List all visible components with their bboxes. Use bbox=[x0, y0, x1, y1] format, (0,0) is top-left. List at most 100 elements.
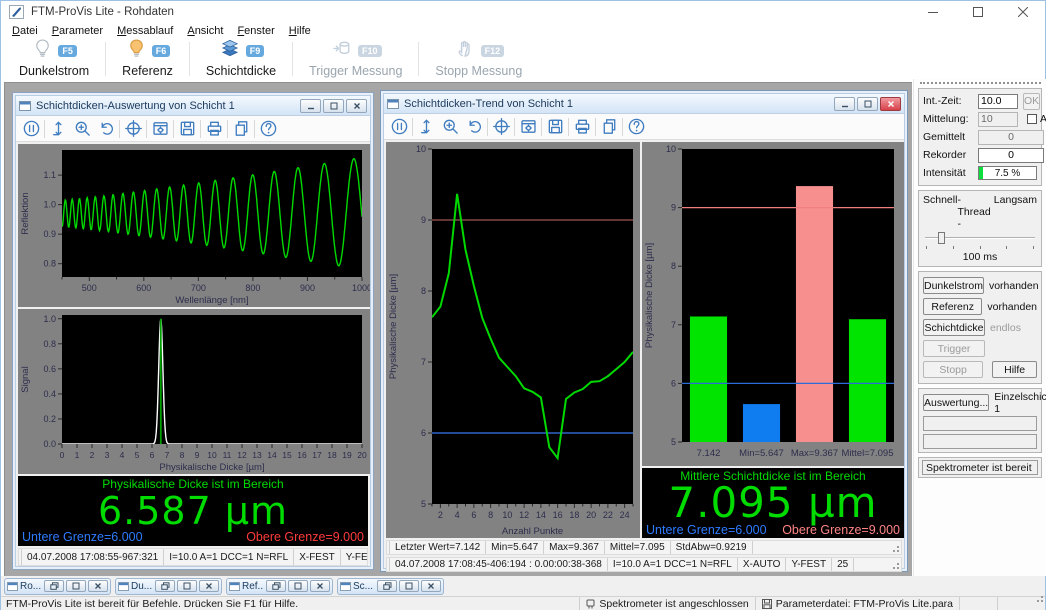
restore-icon[interactable] bbox=[44, 580, 64, 592]
referenz-button[interactable]: F6Referenz bbox=[108, 39, 187, 79]
schichtdicke-button[interactable]: F9Schichtdicke bbox=[192, 39, 290, 79]
chart-toolbar-save-icon[interactable] bbox=[543, 116, 567, 138]
toolbar-separator bbox=[44, 120, 45, 138]
svg-text:20: 20 bbox=[586, 510, 596, 520]
referenz-button[interactable]: Referenz bbox=[923, 298, 982, 315]
menu-item-parameter[interactable]: Parameter bbox=[45, 24, 110, 38]
int-zeit-input[interactable] bbox=[978, 94, 1018, 109]
maximize-icon[interactable] bbox=[399, 580, 419, 592]
child-close-icon[interactable] bbox=[880, 97, 901, 111]
close-icon[interactable] bbox=[199, 580, 219, 592]
dunkelstrom-button[interactable]: F5Dunkelstrom bbox=[5, 39, 103, 79]
stopp-messung-button[interactable]: F12Stopp Messung bbox=[421, 39, 536, 79]
chart-toolbar-crosshair-icon[interactable] bbox=[121, 118, 145, 140]
dunkelstrom-status: vorhanden bbox=[989, 280, 1039, 292]
chart-toolbar-copy-icon[interactable] bbox=[229, 118, 253, 140]
child-titlebar[interactable]: Schichtdicken-Auswertung von Schicht 1 bbox=[16, 96, 370, 116]
chart-toolbar-chart-settings-icon[interactable] bbox=[148, 118, 172, 140]
menu-item-datei[interactable]: Datei bbox=[5, 24, 45, 38]
window-schichtdicken-trend[interactable]: Schichtdicken-Trend von Schicht 1 567891… bbox=[380, 90, 908, 572]
resize-grip[interactable] bbox=[891, 558, 901, 571]
maximize-icon[interactable] bbox=[66, 580, 86, 592]
chart-toolbar-fit-vertical-icon[interactable] bbox=[46, 118, 70, 140]
resize-grip[interactable] bbox=[891, 541, 901, 554]
restore-icon[interactable] bbox=[266, 580, 286, 592]
mittelung-input[interactable] bbox=[978, 112, 1018, 127]
chart-toolbar-zoom-in-icon[interactable] bbox=[70, 118, 94, 140]
menu-item-fenster[interactable]: Fenster bbox=[230, 24, 281, 38]
chart-toolbar-help-icon[interactable] bbox=[624, 116, 648, 138]
fkey-badge: F12 bbox=[481, 45, 505, 57]
svg-text:4: 4 bbox=[455, 510, 460, 520]
chart-toolbar-zoom-in-icon[interactable] bbox=[438, 116, 462, 138]
svg-text:8: 8 bbox=[180, 450, 185, 460]
minimized-window-ro[interactable]: Ro... bbox=[4, 578, 111, 595]
thickness-result-panel: Physikalische Dicke ist im Bereich 6.587… bbox=[18, 476, 368, 546]
window-schichtdicken-auswertung[interactable]: Schichtdicken-Auswertung von Schicht 1 0… bbox=[12, 92, 374, 570]
schichtdicke-button[interactable]: Schichtdicke bbox=[923, 319, 985, 336]
restore-icon[interactable] bbox=[377, 580, 397, 592]
close-icon[interactable] bbox=[1000, 1, 1045, 23]
chart-toolbar-help-icon[interactable] bbox=[256, 118, 280, 140]
chart-toolbar-pause-icon[interactable] bbox=[387, 116, 411, 138]
ok-button[interactable]: OK bbox=[1023, 93, 1040, 110]
chart-toolbar-save-icon[interactable] bbox=[175, 118, 199, 140]
an-checkbox[interactable] bbox=[1027, 114, 1037, 124]
svg-text:10: 10 bbox=[666, 144, 676, 154]
auswertung-button[interactable]: Auswertung... bbox=[923, 394, 989, 411]
child-titlebar[interactable]: Schichtdicken-Trend von Schicht 1 bbox=[384, 94, 904, 114]
chart-toolbar-undo-icon[interactable] bbox=[462, 116, 486, 138]
slider-thumb[interactable] bbox=[938, 232, 945, 244]
svg-text:6: 6 bbox=[150, 450, 155, 460]
menu-item-messablauf[interactable]: Messablauf bbox=[110, 24, 180, 38]
speed-slider[interactable] bbox=[925, 231, 1035, 245]
child-close-icon[interactable] bbox=[346, 99, 367, 113]
close-icon[interactable] bbox=[88, 580, 108, 592]
auswertung-status: Einzelschicht 1 bbox=[994, 391, 1046, 415]
child-maximize-icon[interactable] bbox=[857, 97, 878, 111]
chart-toolbar-chart-settings-icon[interactable] bbox=[516, 116, 540, 138]
child-minimize-icon[interactable] bbox=[300, 99, 321, 113]
chart-toolbar-undo-icon[interactable] bbox=[94, 118, 118, 140]
chart-toolbar-print-icon[interactable] bbox=[202, 118, 226, 140]
trigger-button[interactable]: Trigger bbox=[923, 340, 985, 357]
chart-toolbar-print-icon[interactable] bbox=[570, 116, 594, 138]
minimized-window-ref[interactable]: Ref... bbox=[226, 578, 333, 595]
dunkelstrom-button[interactable]: Dunkelstrom bbox=[923, 277, 984, 294]
svg-text:13: 13 bbox=[252, 450, 262, 460]
minimized-window-sc[interactable]: Sc... bbox=[337, 578, 444, 595]
evaluation-field-1 bbox=[923, 416, 1037, 431]
maximize-icon[interactable] bbox=[955, 1, 1000, 23]
menu-item-ansicht[interactable]: Ansicht bbox=[180, 24, 230, 38]
chart-toolbar-pause-icon[interactable] bbox=[19, 118, 43, 140]
rekorder-label: Rekorder bbox=[923, 149, 975, 161]
rekorder-input[interactable] bbox=[978, 148, 1044, 163]
child-minimize-icon[interactable] bbox=[834, 97, 855, 111]
an-checkbox-label: An bbox=[1040, 113, 1046, 125]
mdi-workspace: Schichtdicken-Auswertung von Schicht 1 0… bbox=[4, 82, 912, 576]
child-maximize-icon[interactable] bbox=[323, 99, 344, 113]
chart-toolbar-copy-icon[interactable] bbox=[597, 116, 621, 138]
menu-item-hilfe[interactable]: Hilfe bbox=[282, 24, 318, 38]
svg-text:6: 6 bbox=[421, 428, 426, 438]
trigger-messung-button[interactable]: F10Trigger Messung bbox=[295, 39, 416, 79]
maximize-icon[interactable] bbox=[288, 580, 308, 592]
measurement-buttons-group: Dunkelstrom vorhanden Referenz vorhanden… bbox=[918, 271, 1042, 384]
close-icon[interactable] bbox=[421, 580, 441, 592]
hilfe-button[interactable]: Hilfe bbox=[992, 361, 1037, 378]
svg-text:1.1: 1.1 bbox=[43, 170, 56, 180]
svg-text:Physikalische Dicke [µm]: Physikalische Dicke [µm] bbox=[388, 274, 399, 379]
trend-statistics-status-bar: Letzter Wert=7.142Min=5.647Max=9.367Mitt… bbox=[386, 540, 902, 555]
minimize-icon[interactable] bbox=[910, 1, 955, 23]
restore-icon[interactable] bbox=[155, 580, 175, 592]
stopp-button[interactable]: Stopp bbox=[923, 361, 983, 378]
minimized-window-du[interactable]: Du... bbox=[115, 578, 222, 595]
chart-toolbar-fit-vertical-icon[interactable] bbox=[414, 116, 438, 138]
svg-text:12: 12 bbox=[237, 450, 247, 460]
close-icon[interactable] bbox=[310, 580, 330, 592]
svg-text:18: 18 bbox=[569, 510, 579, 520]
dock-gripper[interactable] bbox=[920, 82, 1041, 84]
chart-toolbar-crosshair-icon[interactable] bbox=[489, 116, 513, 138]
maximize-icon[interactable] bbox=[177, 580, 197, 592]
reflection-spectrum-chart: 0.80.91.01.15006007008009001000Wellenlän… bbox=[18, 144, 370, 307]
